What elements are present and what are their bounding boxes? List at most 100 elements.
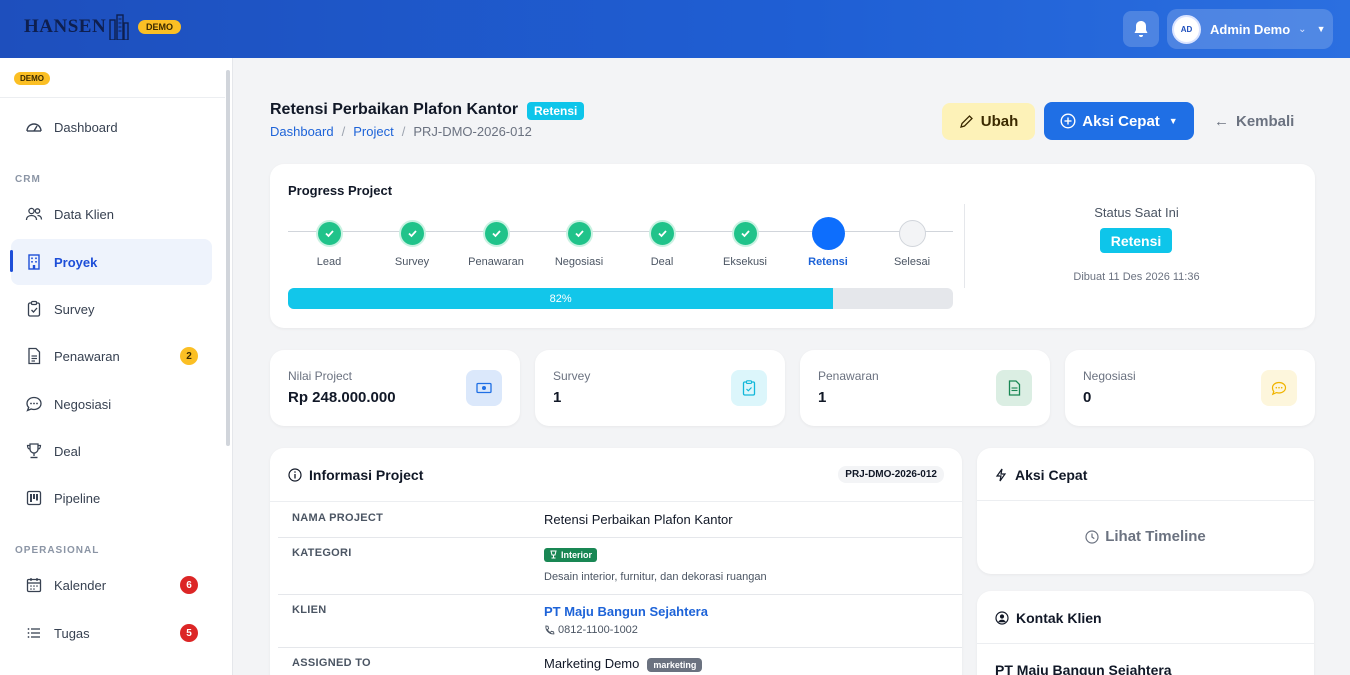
- top-navbar: HANSEN DEMO AD Admin Demo ⌄ ▼: [0, 0, 1350, 58]
- step-lead: Lead: [289, 220, 369, 268]
- sidebar-item-deal[interactable]: Deal: [11, 428, 212, 474]
- stat-card-penawaran: Penawaran 1: [800, 350, 1050, 426]
- kanban-icon: [26, 490, 42, 506]
- project-code-badge: PRJ-DMO-2026-012: [838, 466, 944, 483]
- check-icon: [731, 220, 759, 247]
- category-tag: Interior: [544, 547, 598, 562]
- client-contact-header: Kontak Klien: [977, 591, 1314, 644]
- step-label: Selesai: [893, 256, 931, 268]
- client-contact-title: Kontak Klien: [995, 610, 1102, 626]
- assigned-user: Marketing Demo: [544, 656, 640, 671]
- role-badge: marketing: [647, 658, 703, 672]
- breadcrumb: Dashboard / Project / PRJ-DMO-2026-012: [270, 124, 532, 139]
- caret-down-icon: ▼: [1316, 24, 1326, 34]
- step-retensi: Retensi: [788, 217, 868, 268]
- sidebar-item-pipeline[interactable]: Pipeline: [11, 475, 212, 521]
- check-icon: [565, 220, 593, 247]
- info-value: Marketing Demo marketing: [544, 656, 703, 672]
- sidebar-item-label: Tugas: [54, 625, 90, 641]
- building-icon: [28, 254, 40, 270]
- sidebar-item-label: Data Klien: [54, 206, 114, 222]
- breadcrumb-dashboard[interactable]: Dashboard: [270, 124, 334, 139]
- file-icon: [996, 370, 1032, 406]
- client-phone: 0812-1100-1002: [544, 624, 638, 636]
- lightning-icon: [995, 468, 1007, 482]
- view-timeline-button[interactable]: Lihat Timeline: [977, 528, 1314, 545]
- chat-icon: [26, 396, 42, 412]
- sidebar-item-proyek[interactable]: Proyek: [11, 239, 212, 285]
- sidebar-scrollbar[interactable]: [226, 70, 230, 446]
- document-icon: [28, 347, 41, 365]
- step-selesai: Selesai: [872, 220, 952, 268]
- sidebar-section-crm: CRM: [15, 174, 41, 185]
- edit-button[interactable]: Ubah: [942, 103, 1035, 140]
- progress-title: Progress Project: [288, 183, 393, 198]
- step-label: Penawaran: [468, 256, 524, 268]
- sidebar-item-survey[interactable]: Survey: [11, 286, 212, 332]
- stat-value: 1: [553, 389, 562, 406]
- stat-value: Rp 248.000.000: [288, 389, 396, 406]
- clipboard-check-icon: [27, 300, 41, 317]
- people-icon: [25, 207, 43, 221]
- bell-icon: [1134, 21, 1148, 37]
- info-row-kategori: KATEGORI Interior Desain interior, furni…: [278, 538, 962, 595]
- project-info-title-text: Informasi Project: [309, 467, 424, 483]
- chevron-down-icon: ⌄: [1298, 23, 1307, 35]
- current-step-dot: [811, 217, 845, 250]
- progress-divider: [964, 204, 965, 288]
- step-negosiasi: Negosiasi: [539, 220, 619, 268]
- progress-bar-fill: 82%: [288, 288, 834, 309]
- step-label: Negosiasi: [554, 256, 604, 268]
- brand-logo[interactable]: HANSEN: [24, 14, 130, 40]
- step-label: Deal: [650, 256, 674, 268]
- info-row-klien: KLIEN PT Maju Bangun Sejahtera 0812-1100…: [278, 595, 962, 648]
- step-deal: Deal: [622, 220, 702, 268]
- check-icon: [648, 220, 676, 247]
- money-icon: [466, 370, 502, 406]
- sidebar-item-label: Penawaran: [54, 348, 120, 364]
- back-button[interactable]: ← Kembali: [1214, 103, 1294, 140]
- notifications-button[interactable]: [1123, 11, 1159, 47]
- avatar: AD: [1172, 14, 1201, 44]
- sidebar-item-negosiasi[interactable]: Negosiasi: [11, 381, 212, 427]
- sidebar-item-label: Survey: [54, 301, 95, 317]
- stat-card-negosiasi: Negosiasi 0: [1065, 350, 1315, 426]
- info-key: KLIEN: [292, 604, 327, 616]
- building-logo-icon: [109, 14, 129, 40]
- sidebar-item-dashboard[interactable]: Dashboard: [11, 104, 212, 150]
- plus-circle-icon: [1060, 113, 1076, 129]
- info-key: ASSIGNED TO: [292, 657, 371, 669]
- stat-label: Survey: [553, 369, 591, 383]
- quick-action-button[interactable]: Aksi Cepat ▼: [1044, 102, 1194, 140]
- user-circle-icon: [995, 611, 1009, 625]
- client-contact-name: PT Maju Bangun Sejahtera: [995, 662, 1172, 675]
- client-link[interactable]: PT Maju Bangun Sejahtera: [544, 604, 708, 619]
- client-contact-card: Kontak Klien PT Maju Bangun Sejahtera: [977, 591, 1314, 675]
- clipboard-icon: [731, 370, 767, 406]
- breadcrumb-project[interactable]: Project: [353, 124, 393, 139]
- pencil-icon: [959, 115, 973, 128]
- sidebar-item-data-klien[interactable]: Data Klien: [11, 191, 212, 237]
- step-survey: Survey: [372, 220, 452, 268]
- pending-step-dot: [898, 220, 926, 247]
- sidebar-item-kalender[interactable]: Kalender 6: [11, 562, 212, 608]
- step-label: Retensi: [808, 256, 848, 268]
- stat-label: Negosiasi: [1083, 369, 1136, 383]
- step-label: Survey: [394, 256, 430, 268]
- stat-label: Nilai Project: [288, 369, 353, 383]
- sidebar-divider: [0, 97, 225, 98]
- stat-value: 1: [818, 389, 827, 406]
- stat-card-nilai-project: Nilai Project Rp 248.000.000: [270, 350, 520, 426]
- info-key: KATEGORI: [292, 547, 352, 559]
- info-row-assigned-to: ASSIGNED TO Marketing Demo marketing: [278, 648, 962, 675]
- progress-card: Progress Project Lead Survey Penawaran N…: [270, 164, 1315, 328]
- breadcrumb-current: PRJ-DMO-2026-012: [413, 124, 532, 139]
- user-menu-button[interactable]: AD Admin Demo ⌄ ▼: [1167, 9, 1333, 49]
- category-tag-label: Interior: [561, 549, 593, 560]
- user-name: Admin Demo: [1210, 21, 1291, 37]
- quick-actions-title: Aksi Cepat: [995, 467, 1087, 483]
- sidebar-section-operasional: OPERASIONAL: [15, 545, 100, 556]
- sidebar-item-label: Dashboard: [54, 119, 118, 135]
- sidebar-item-tugas[interactable]: Tugas 5: [11, 610, 212, 656]
- sidebar-item-penawaran[interactable]: Penawaran 2: [11, 333, 212, 379]
